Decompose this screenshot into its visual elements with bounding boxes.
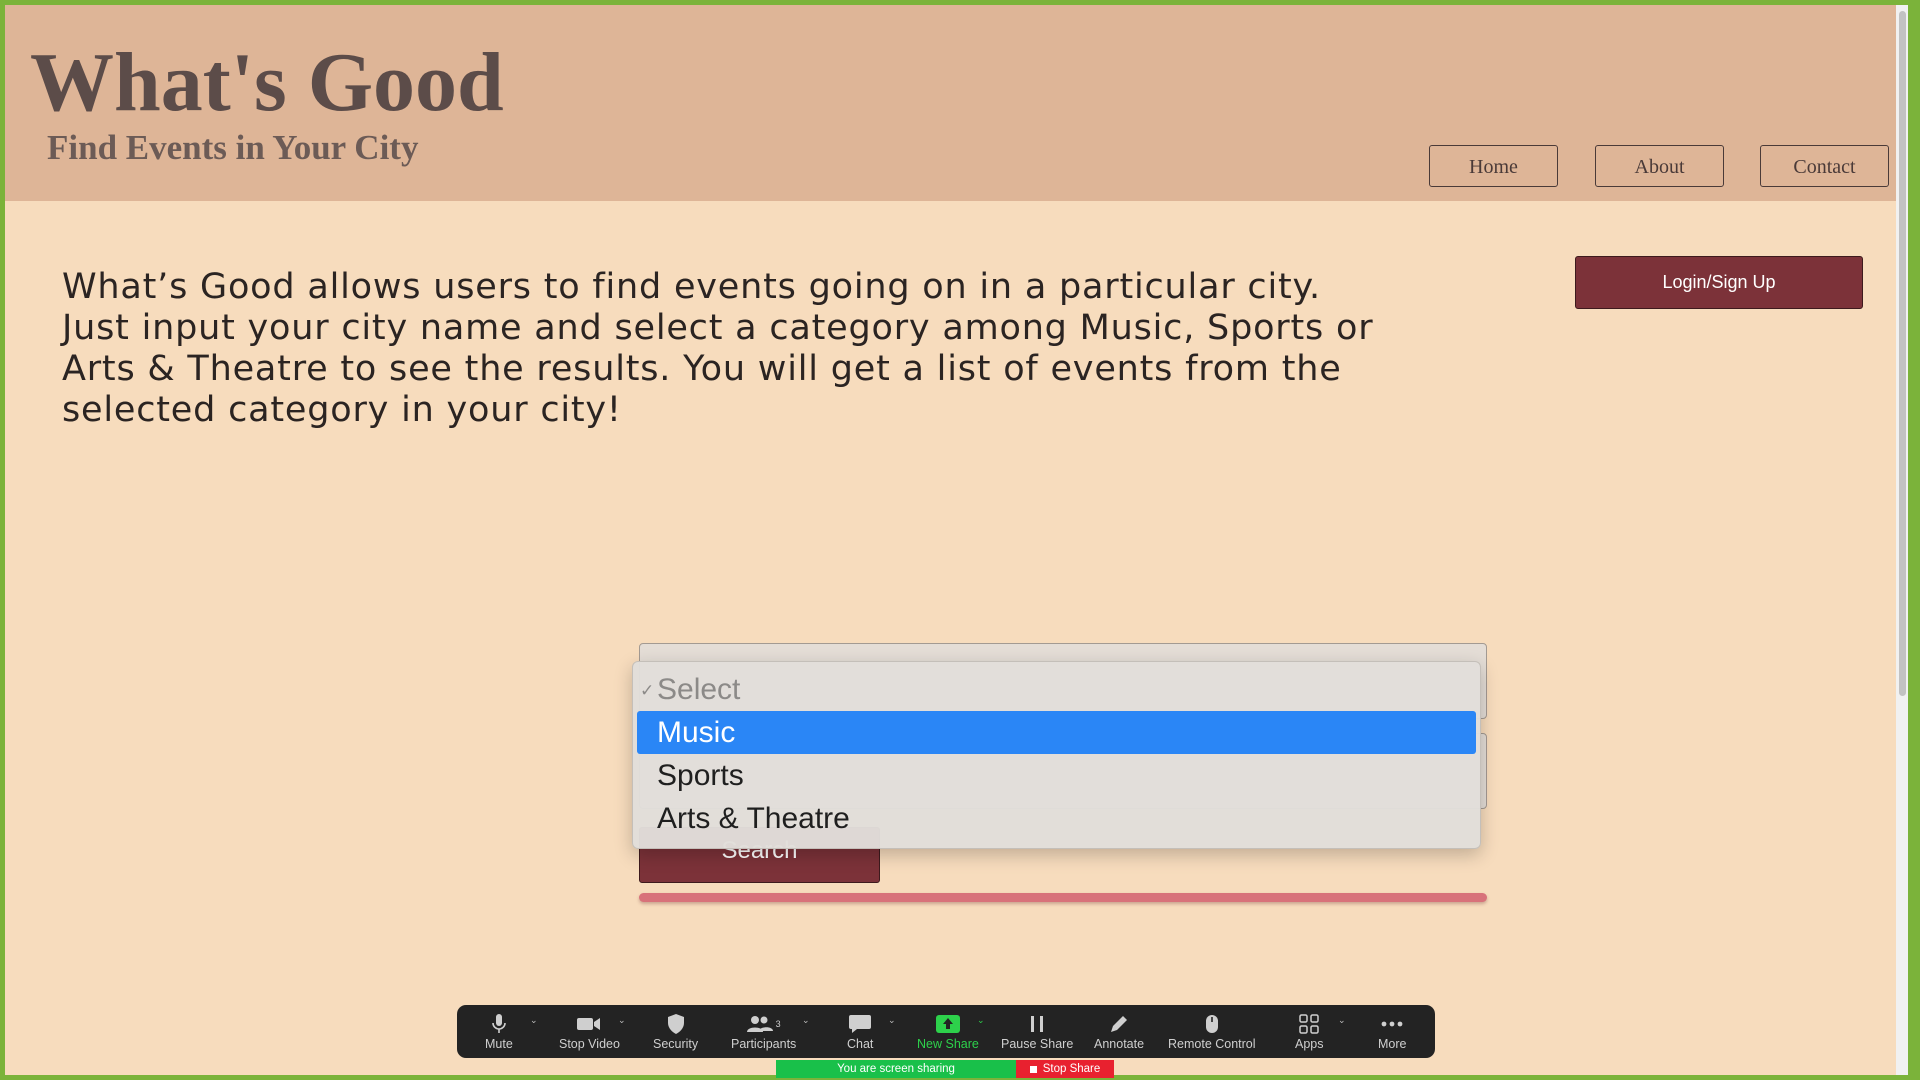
intro-paragraph: What’s Good allows users to find events …	[62, 267, 1374, 430]
stop-video-button[interactable]: Stop Video	[559, 1011, 620, 1051]
participants-icon: 3	[746, 1011, 781, 1037]
dropdown-option-arts-theatre[interactable]: Arts & Theatre	[637, 797, 1476, 840]
chevron-down-icon[interactable]: ⌄	[1338, 1015, 1346, 1026]
chevron-down-icon[interactable]: ⌄	[888, 1015, 896, 1026]
apps-icon	[1299, 1011, 1319, 1037]
more-dots-icon	[1381, 1011, 1403, 1037]
pause-share-button[interactable]: Pause Share	[1001, 1011, 1073, 1051]
chat-button[interactable]: Chat	[847, 1011, 873, 1051]
chevron-down-icon[interactable]: ⌄	[530, 1015, 538, 1026]
checkmark-icon: ✓	[640, 681, 655, 700]
remote-control-button[interactable]: Remote Control	[1168, 1011, 1256, 1051]
chevron-down-icon[interactable]: ⌄	[977, 1015, 985, 1026]
pencil-icon	[1109, 1011, 1129, 1037]
dropdown-option-label: Arts & Theatre	[657, 802, 850, 835]
progress-bar	[639, 893, 1487, 902]
pause-icon	[1030, 1011, 1044, 1037]
dropdown-option-music[interactable]: Music	[637, 711, 1476, 754]
shield-icon	[667, 1011, 685, 1037]
mouse-icon	[1205, 1011, 1219, 1037]
site-header: What's Good Find Events in Your City Hom…	[5, 5, 1908, 201]
site-subtitle: Find Events in Your City	[47, 128, 419, 167]
participants-count: 3	[775, 1019, 781, 1029]
stop-square-icon	[1029, 1065, 1037, 1073]
category-dropdown-menu[interactable]: ✓ Select Music Sports Arts & Theatre	[632, 661, 1481, 849]
nav-home-button[interactable]: Home	[1429, 145, 1558, 187]
security-button[interactable]: Security	[653, 1011, 698, 1051]
browser-viewport: What's Good Find Events in Your City Hom…	[5, 5, 1908, 1075]
nav-about-button[interactable]: About	[1595, 145, 1724, 187]
dropdown-option-label: Select	[657, 673, 741, 706]
new-share-button[interactable]: New Share	[917, 1011, 979, 1051]
dropdown-option-label: Sports	[657, 759, 744, 792]
annotate-button[interactable]: Annotate	[1094, 1011, 1144, 1051]
participants-button[interactable]: 3 Participants	[731, 1011, 796, 1051]
screen-sharing-status: You are screen sharing	[776, 1060, 1016, 1078]
chevron-down-icon[interactable]: ⌄	[802, 1015, 810, 1026]
scrollbar-thumb[interactable]	[1899, 11, 1906, 696]
chevron-down-icon[interactable]: ⌄	[618, 1015, 626, 1026]
dropdown-option-sports[interactable]: Sports	[637, 754, 1476, 797]
login-signup-button[interactable]: Login/Sign Up	[1575, 256, 1863, 309]
share-screen-icon	[935, 1011, 960, 1037]
video-camera-icon	[577, 1011, 601, 1037]
chat-bubble-icon	[849, 1011, 872, 1037]
apps-button[interactable]: Apps	[1295, 1011, 1324, 1051]
zoom-toolbar: Mute ⌄ Stop Video ⌄ Security 3 Participa…	[457, 1005, 1435, 1058]
nav-contact-button[interactable]: Contact	[1760, 145, 1889, 187]
stop-share-button[interactable]: Stop Share	[1016, 1060, 1114, 1078]
dropdown-option-select[interactable]: ✓ Select	[637, 668, 1476, 711]
dropdown-option-label: Music	[657, 716, 736, 749]
mute-button[interactable]: Mute	[485, 1011, 513, 1051]
site-title: What's Good	[30, 36, 504, 129]
page-scrollbar[interactable]	[1896, 5, 1908, 1075]
more-button[interactable]: More	[1378, 1011, 1406, 1051]
microphone-icon	[492, 1011, 506, 1037]
